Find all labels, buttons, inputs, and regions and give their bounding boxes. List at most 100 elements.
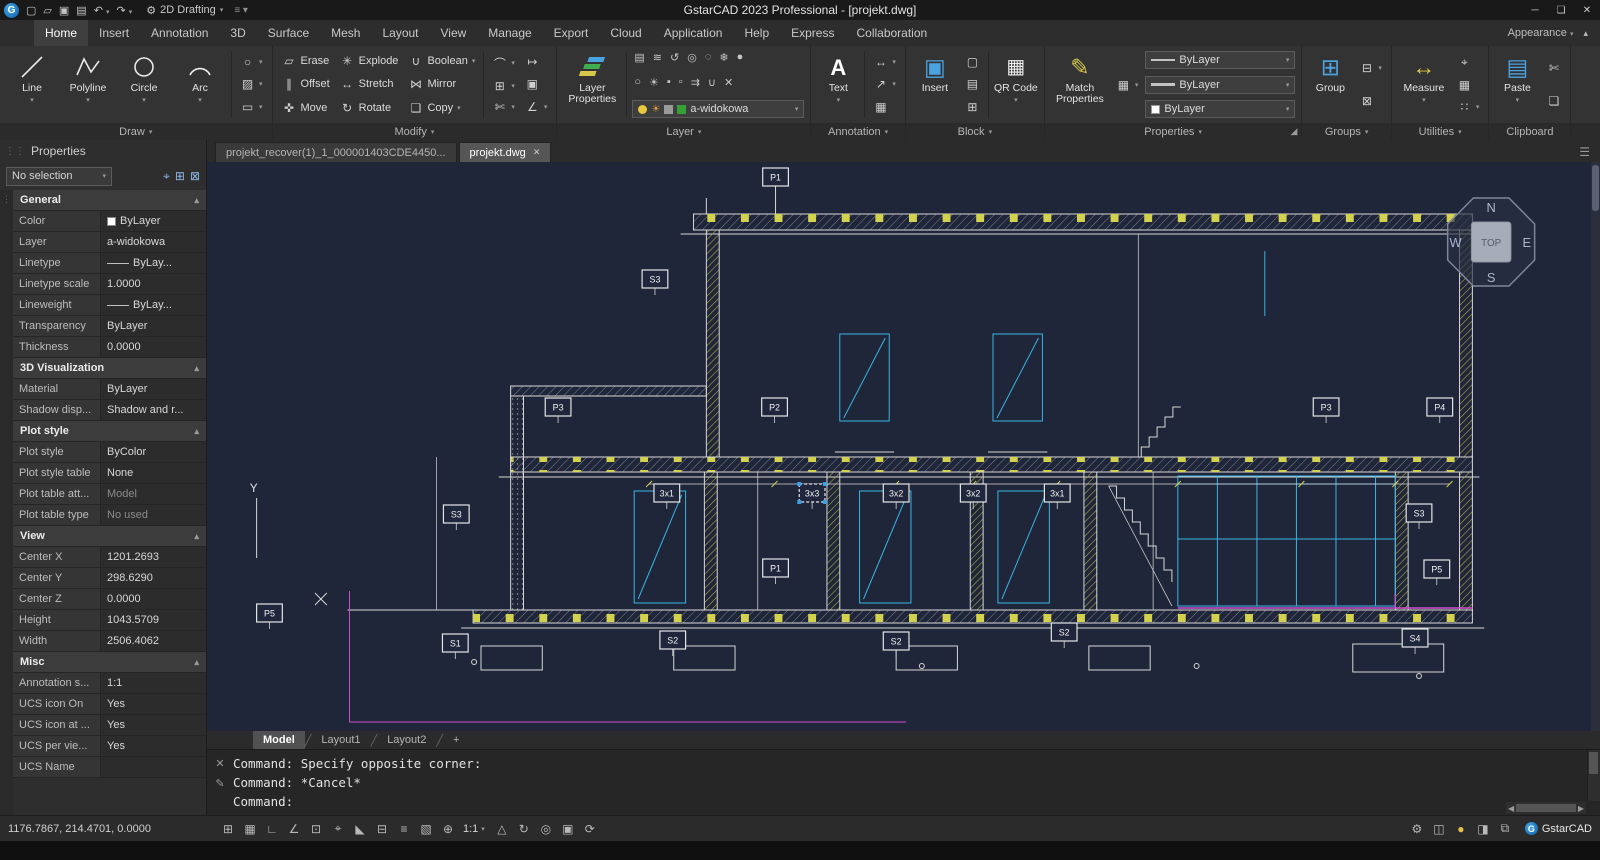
qr-code-button[interactable]: ▦ QR Code▾	[994, 49, 1038, 120]
property-row[interactable]: Plot table typeNo used	[13, 505, 206, 526]
menu-item-mesh[interactable]: Mesh	[320, 20, 371, 46]
property-row[interactable]: Center Z0.0000	[13, 589, 206, 610]
property-row[interactable]: Thickness0.0000	[13, 337, 206, 358]
linetype-dropdown[interactable]: ByLayer▾	[1145, 51, 1295, 69]
point-style-button[interactable]: ∷▾	[1454, 99, 1483, 115]
layer-states-icon[interactable]: ▤	[634, 51, 644, 64]
layer-properties-button[interactable]: Layer Properties	[563, 49, 621, 120]
section-marker[interactable]: 3x3	[797, 482, 827, 509]
minimize-button[interactable]: ─	[1522, 0, 1548, 20]
menu-item-surface[interactable]: Surface	[257, 20, 320, 46]
snap-settings-icon[interactable]: ⊞	[218, 822, 238, 836]
ortho-mode-icon[interactable]: ∟	[262, 822, 282, 836]
dimension-button[interactable]: ↔▾	[870, 54, 899, 70]
arc-button[interactable]: Arc▾	[174, 49, 226, 120]
layout-tab-layout1[interactable]: Layout1	[311, 731, 370, 749]
appearance-menu[interactable]: Appearance ▾	[1508, 27, 1574, 39]
section-marker[interactable]: S3	[443, 505, 469, 530]
section-marker[interactable]: S2	[1051, 623, 1077, 648]
stretch-button[interactable]: ↔Stretch	[337, 73, 402, 97]
panel-label-annotation[interactable]: Annotation▾	[811, 123, 905, 140]
workspace-switcher[interactable]: ⚙ 2D Drafting ▾	[146, 4, 223, 17]
property-row[interactable]: LineweightByLay...	[13, 295, 206, 316]
palette-section-view[interactable]: View▴	[13, 526, 206, 547]
menu-item-annotation[interactable]: Annotation	[140, 20, 219, 46]
section-marker[interactable]: 3x1	[654, 484, 680, 509]
section-marker[interactable]: P1	[763, 168, 789, 193]
explode-button[interactable]: ✳Explode	[337, 49, 402, 73]
palette-section-3d-visualization[interactable]: 3D Visualization▴	[13, 358, 206, 379]
quick-select-button[interactable]: ⌖	[1454, 54, 1483, 71]
menu-item-express[interactable]: Express	[780, 20, 845, 46]
brand-badge[interactable]: G GstarCAD	[1525, 822, 1592, 835]
property-row[interactable]: Plot style tableNone	[13, 463, 206, 484]
panel-label-utilities[interactable]: Utilities▾	[1392, 123, 1489, 140]
annotation-scale-dropdown[interactable]: 1:1▾	[458, 823, 490, 835]
panel-label-groups[interactable]: Groups▾	[1302, 123, 1391, 140]
command-window[interactable]: ✕ ✎ Command: Specify opposite corner:Com…	[207, 749, 1600, 815]
section-marker[interactable]: S3	[1406, 504, 1432, 529]
command-hscrollbar[interactable]: ◀ ▶	[1506, 802, 1586, 814]
toggle-pickadd-icon[interactable]: ⊠	[190, 169, 200, 183]
extend-button[interactable]: ↦	[522, 54, 551, 70]
group-edit-button[interactable]: ⊟▾	[1356, 60, 1385, 76]
object-snap-icon[interactable]: ⊡	[306, 822, 326, 836]
section-marker[interactable]: S3	[642, 270, 668, 295]
undo-icon[interactable]: ↶ ▾	[94, 4, 110, 17]
section-marker[interactable]: P1	[763, 559, 789, 584]
rotate-button[interactable]: ↻Rotate	[337, 96, 402, 120]
lineweight-display-icon[interactable]: ≡	[394, 822, 414, 836]
collapse-icon[interactable]: ▴	[194, 531, 199, 542]
rectangle-button[interactable]: ▭▾	[237, 99, 266, 115]
match-properties-button[interactable]: ✎ Match Properties	[1051, 49, 1109, 120]
compass-west[interactable]: W	[1450, 235, 1463, 250]
group-button[interactable]: ⊞ Group	[1308, 49, 1352, 120]
layer-match-icon[interactable]: ≋	[653, 51, 662, 64]
color-dropdown[interactable]: ByLayer▾	[1145, 100, 1295, 118]
layer-isolate-icon[interactable]: ◎	[687, 51, 697, 64]
app-logo-icon[interactable]: G	[4, 3, 19, 18]
block-editor-button[interactable]: ⊞	[962, 99, 983, 115]
new-file-icon[interactable]: ▢	[26, 4, 36, 17]
insert-button[interactable]: ▣ Insert	[912, 49, 958, 120]
calculator-button[interactable]: ▦	[1454, 77, 1483, 93]
tablet-mode-icon[interactable]: ◫	[1429, 822, 1449, 836]
copy-clip-button[interactable]: ❏	[1543, 93, 1564, 109]
layer-unlock-icon[interactable]: ▫	[679, 76, 683, 89]
quick-select-icon[interactable]: ⌖	[163, 169, 170, 184]
layer-merge-icon[interactable]: ∪	[708, 76, 716, 89]
ungroup-button[interactable]: ⊠	[1356, 93, 1385, 109]
open-file-icon[interactable]: ▱	[43, 4, 51, 17]
property-row[interactable]: Shadow disp...Shadow and r...	[13, 400, 206, 421]
palette-section-general[interactable]: General▴	[13, 190, 206, 211]
doc-tab[interactable]: projekt_recover(1)_1_000001403CDE4450...	[215, 142, 457, 162]
property-row[interactable]: UCS Name	[13, 757, 206, 778]
command-vscrollbar[interactable]	[1587, 750, 1600, 801]
property-row[interactable]: Plot styleByColor	[13, 442, 206, 463]
layer-on-icon[interactable]: ○	[634, 76, 641, 89]
layer-dropdown[interactable]: ☀ a-widokowa ▾	[632, 100, 804, 118]
tab-list-icon[interactable]: ☰	[1579, 145, 1590, 159]
palette-section-plot-style[interactable]: Plot style▴	[13, 421, 206, 442]
erase-button[interactable]: ▱Erase	[279, 49, 333, 73]
select-objects-icon[interactable]: ⊞	[175, 169, 185, 183]
doc-tab[interactable]: projekt.dwg✕	[459, 142, 552, 162]
canvas-scrollbar[interactable]	[1591, 162, 1600, 731]
property-row[interactable]: MaterialByLayer	[13, 379, 206, 400]
mirror-button[interactable]: ⋈Mirror	[405, 73, 478, 97]
menu-item-application[interactable]: Application	[653, 20, 734, 46]
table-button[interactable]: ▦	[870, 99, 899, 115]
array-button[interactable]: ⊞▾	[489, 78, 518, 94]
ellipse-button[interactable]: ○▾	[237, 54, 266, 70]
property-row[interactable]: LinetypeByLay...	[13, 253, 206, 274]
clean-screen-icon[interactable]: ⟳	[580, 822, 600, 836]
layout-tab-model[interactable]: Model	[253, 731, 305, 749]
layout-tab-+[interactable]: +	[443, 731, 469, 749]
isolate-objects-icon[interactable]: ◎	[536, 822, 556, 836]
property-row[interactable]: UCS icon OnYes	[13, 694, 206, 715]
qat-customize-icon[interactable]: ≡ ▾	[234, 5, 248, 16]
menu-item-manage[interactable]: Manage	[477, 20, 542, 46]
section-marker[interactable]: P3	[545, 398, 571, 423]
property-row[interactable]: Linetype scale1.0000	[13, 274, 206, 295]
property-list-button[interactable]: ▦▾	[1113, 77, 1142, 93]
